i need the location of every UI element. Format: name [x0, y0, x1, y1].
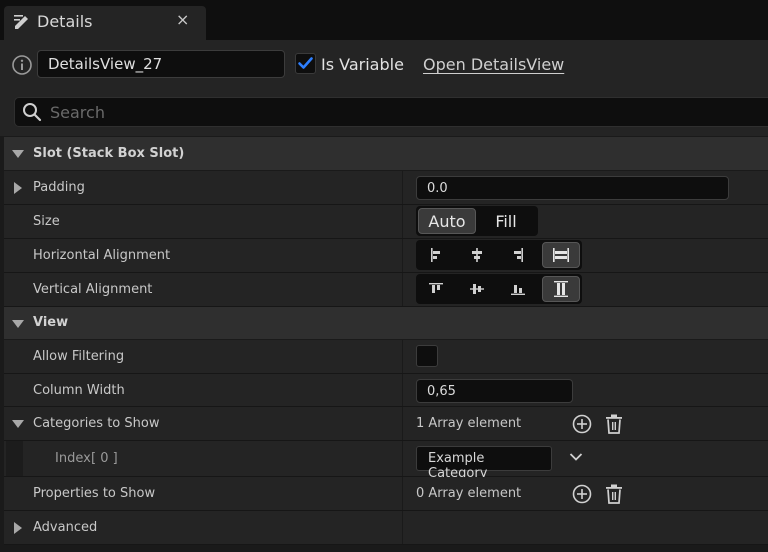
property-row-advanced[interactable]: Advanced: [4, 511, 768, 545]
align-center-icon: [472, 248, 482, 262]
property-row-vertical-alignment: Vertical Alignment: [4, 273, 768, 307]
indent-guide: [6, 441, 23, 476]
align-left-icon: [431, 248, 440, 262]
chevron-down-icon: [12, 320, 24, 328]
align-top-icon: [429, 283, 443, 293]
chevron-down-icon[interactable]: [12, 419, 24, 429]
property-label: Column Width: [33, 383, 125, 398]
tab-title: Details: [37, 12, 93, 31]
align-vfill-button[interactable]: [542, 276, 580, 302]
column-width-input[interactable]: [416, 379, 573, 403]
chevron-down-icon[interactable]: [569, 452, 583, 462]
chevron-right-icon[interactable]: [14, 182, 22, 194]
vertical-alignment-toggle: [416, 274, 582, 304]
index-label: Index: [55, 451, 91, 466]
align-middle-button[interactable]: [459, 276, 495, 302]
size-toggle: Auto Fill: [416, 206, 538, 236]
padding-input[interactable]: [416, 176, 729, 200]
align-center-button[interactable]: [459, 242, 495, 268]
size-auto-button[interactable]: Auto: [418, 208, 476, 234]
search-input[interactable]: [50, 99, 750, 125]
size-fill-button[interactable]: Fill: [478, 208, 534, 234]
array-summary: 0 Array element: [416, 486, 522, 501]
property-label: Allow Filtering: [33, 349, 125, 364]
align-middle-icon: [470, 284, 484, 294]
checkmark-icon: [298, 57, 313, 69]
category-combo-box[interactable]: Example Category: [416, 446, 552, 481]
add-icon[interactable]: [572, 484, 592, 504]
info-icon[interactable]: [11, 54, 33, 76]
property-label: Horizontal Alignment: [33, 248, 171, 263]
align-top-button[interactable]: [418, 276, 454, 302]
align-bottom-button[interactable]: [500, 276, 536, 302]
is-variable-label: Is Variable: [321, 55, 404, 74]
category-view[interactable]: View: [4, 307, 768, 340]
array-summary: 1 Array element: [416, 416, 522, 431]
align-right-icon: [514, 248, 523, 262]
property-row-column-width: Column Width: [4, 374, 768, 407]
align-left-button[interactable]: [418, 242, 454, 268]
property-row-allow-filtering: Allow Filtering: [4, 340, 768, 374]
align-vfill-icon: [554, 281, 568, 297]
property-label: Size: [33, 214, 60, 229]
property-row-padding: Padding: [4, 171, 768, 205]
chevron-right-icon: [14, 522, 22, 534]
property-label: Categories to Show: [33, 416, 160, 431]
allow-filtering-checkbox[interactable]: [416, 345, 438, 367]
align-bottom-icon: [511, 285, 525, 295]
add-icon[interactable]: [572, 414, 592, 434]
array-element-row: Index [ 0 ] Example Category: [4, 441, 768, 481]
align-fill-button[interactable]: [542, 242, 580, 268]
property-label: Properties to Show: [33, 486, 156, 501]
property-label: Vertical Alignment: [33, 282, 153, 297]
close-icon[interactable]: ×: [176, 10, 189, 29]
align-right-button[interactable]: [500, 242, 536, 268]
property-row-categories-to-show: Categories to Show 1 Array element: [4, 407, 768, 441]
property-row-properties-to-show: Properties to Show 0 Array element: [4, 477, 768, 511]
property-label: Advanced: [33, 520, 98, 535]
pencil-icon: [12, 11, 32, 31]
property-row-size: Size Auto Fill: [4, 205, 768, 239]
widget-name-input[interactable]: [37, 50, 285, 78]
chevron-down-icon: [12, 150, 24, 158]
search-icon: [22, 102, 42, 122]
align-fill-icon: [553, 248, 569, 262]
horizontal-alignment-toggle: [416, 240, 582, 270]
property-label: Padding: [33, 180, 85, 195]
is-variable-checkbox[interactable]: [295, 53, 316, 74]
category-title: Slot (Stack Box Slot): [33, 146, 185, 161]
open-detailsview-link[interactable]: Open DetailsView: [423, 55, 564, 74]
category-slot[interactable]: Slot (Stack Box Slot): [4, 137, 768, 171]
category-title: View: [33, 315, 69, 330]
property-row-horizontal-alignment: Horizontal Alignment: [4, 239, 768, 273]
index-number: [ 0 ]: [91, 451, 118, 466]
trash-icon[interactable]: [605, 414, 623, 434]
trash-icon[interactable]: [605, 484, 623, 504]
